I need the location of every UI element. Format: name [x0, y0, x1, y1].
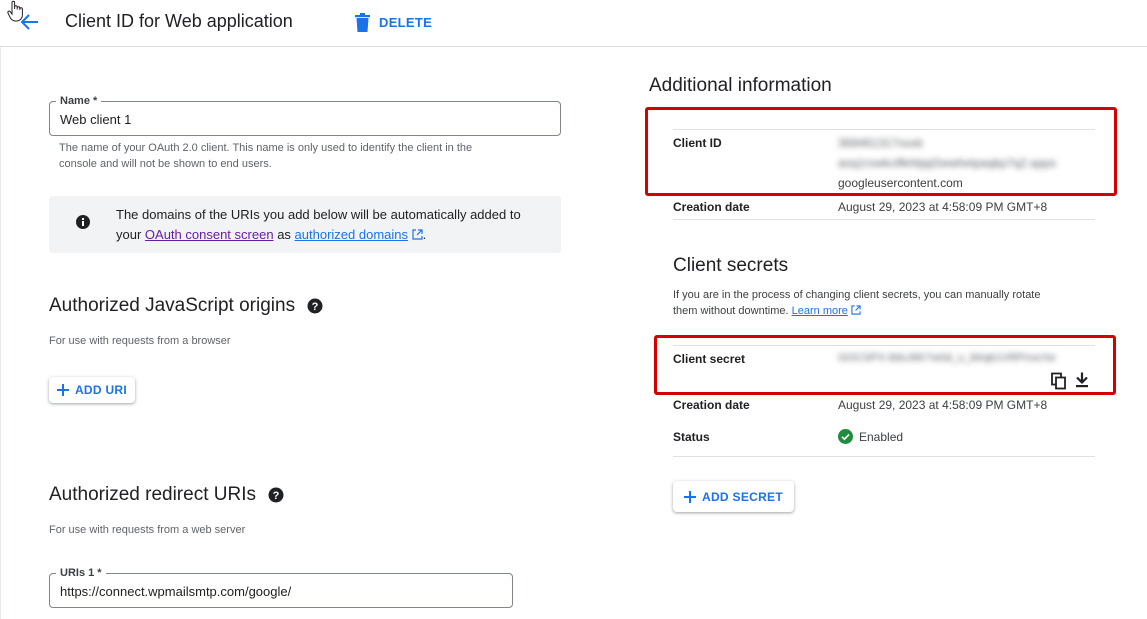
divider: [673, 129, 1095, 130]
client-id-line[interactable]: googleusercontent.com: [838, 176, 963, 190]
divider: [673, 456, 1095, 457]
back-button[interactable]: [16, 9, 44, 35]
add-uri-label: ADD URI: [74, 383, 128, 397]
arrow-back-icon: [20, 14, 38, 30]
divider: [673, 345, 1095, 346]
external-link-icon: [851, 305, 861, 315]
name-help-line: console and will not be shown to end use…: [59, 158, 272, 170]
info-text-part: The domains of the URIs you add below wi…: [116, 207, 521, 222]
domains-info-text: The domains of the URIs you add below wi…: [116, 205, 546, 245]
js-origins-title-text: Authorized JavaScript origins: [49, 295, 296, 316]
client-secrets-title: Client secrets: [673, 255, 789, 276]
redirect-uri-label: URIs 1 *: [56, 566, 106, 580]
help-icon[interactable]: ?: [268, 487, 284, 503]
trash-icon: [355, 12, 370, 32]
external-link-icon: [412, 229, 423, 240]
creation-date-value: August 29, 2023 at 4:58:09 PM GMT+8: [838, 200, 1048, 214]
secrets-desc-part: If you are in the process of changing cl…: [673, 289, 1041, 301]
secret-creation-date-value: August 29, 2023 at 4:58:09 PM GMT+8: [838, 398, 1048, 412]
add-secret-button[interactable]: ADD SECRET: [673, 481, 794, 512]
plus-icon: [683, 490, 696, 503]
name-help-text: The name of your OAuth 2.0 client. This …: [59, 140, 559, 172]
check-circle-icon: [838, 429, 853, 444]
status-text: Enabled: [859, 429, 904, 444]
js-origins-subtitle: For use with requests from a browser: [49, 335, 231, 347]
svg-text:?: ?: [312, 301, 319, 313]
secret-creation-date-label: Creation date: [673, 398, 750, 412]
content-border: [0, 47, 1, 619]
svg-text:?: ?: [273, 490, 280, 502]
page-header: Client ID for Web application DELETE: [0, 0, 1147, 47]
download-icon[interactable]: [1073, 371, 1091, 389]
delete-label: DELETE: [379, 14, 433, 30]
name-field[interactable]: Name * Web client 1: [49, 94, 561, 136]
learn-more-link[interactable]: Learn more: [792, 305, 848, 317]
status-value: Enabled: [838, 429, 903, 444]
status-label: Status: [673, 430, 710, 444]
copy-icon[interactable]: [1050, 372, 1068, 390]
redirect-uris-title: Authorized redirect URIs ?: [49, 484, 284, 506]
info-icon: [76, 215, 90, 229]
info-text-part: as: [277, 227, 291, 242]
redirect-uri-value: https://connect.wpmailsmtp.com/google/: [60, 584, 292, 599]
redirect-uri-field[interactable]: URIs 1 * https://connect.wpmailsmtp.com/…: [49, 566, 513, 608]
js-origins-title: Authorized JavaScript origins ?: [49, 295, 323, 317]
client-id-label: Client ID: [673, 136, 722, 150]
add-secret-label: ADD SECRET: [701, 489, 783, 504]
oauth-consent-screen-link[interactable]: OAuth consent screen: [145, 227, 274, 242]
name-field-label: Name *: [56, 94, 102, 108]
client-secrets-description: If you are in the process of changing cl…: [673, 287, 1093, 319]
client-id-line: 368461317xxxb: [838, 136, 923, 150]
divider: [673, 219, 1095, 220]
additional-information-title: Additional information: [649, 75, 832, 96]
plus-icon: [56, 384, 69, 396]
name-field-value: Web client 1: [60, 112, 132, 127]
client-id-line: aoq1rxwkctfkhbjql2wwhetpaqkp7q2.apps: [838, 156, 1057, 170]
name-help-line: The name of your OAuth 2.0 client. This …: [59, 142, 473, 154]
delete-button[interactable]: DELETE: [355, 11, 432, 33]
creation-date-label: Creation date: [673, 200, 750, 214]
add-uri-button[interactable]: ADD URI: [49, 377, 135, 403]
authorized-domains-link[interactable]: authorized domains: [295, 227, 408, 242]
info-text-part: your: [116, 227, 142, 242]
help-icon[interactable]: ?: [307, 298, 323, 314]
redirect-uris-title-text: Authorized redirect URIs: [49, 484, 256, 505]
redirect-uris-subtitle: For use with requests from a web server: [49, 524, 246, 536]
info-text-part: .: [422, 227, 427, 242]
domains-info-box: The domains of the URIs you add below wi…: [49, 196, 561, 253]
client-secret-label: Client secret: [673, 352, 746, 366]
secrets-desc-part: them without downtime.: [673, 305, 789, 317]
client-secret-value: GOCSPX-8dvJ6K7w0d_u_8Aqk1VRPmxrXe: [838, 352, 1056, 364]
page-title: Client ID for Web application: [65, 11, 293, 31]
